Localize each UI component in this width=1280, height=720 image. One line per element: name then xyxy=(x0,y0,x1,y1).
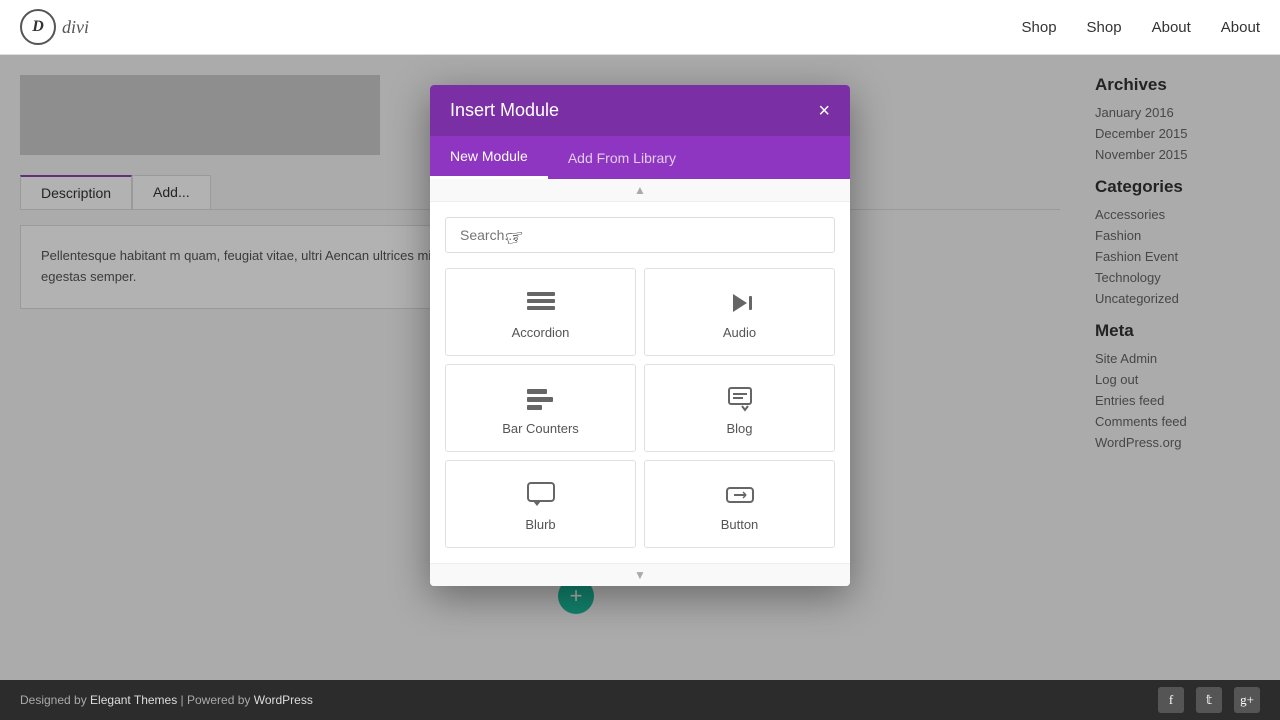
nav-shop-2[interactable]: Shop xyxy=(1087,19,1122,36)
logo-icon: D xyxy=(20,9,56,45)
logo-text: divi xyxy=(62,17,89,38)
bar-counters-icon xyxy=(527,385,555,413)
scroll-up-arrow[interactable]: ▲ xyxy=(634,183,646,197)
blurb-label: Blurb xyxy=(525,517,555,532)
bar-counters-label: Bar Counters xyxy=(502,421,579,436)
modal-body: Accordion Audio xyxy=(430,202,850,563)
module-button[interactable]: Button xyxy=(644,460,835,548)
googleplus-icon[interactable]: g+ xyxy=(1234,687,1260,713)
close-button[interactable]: × xyxy=(818,101,830,121)
footer-social-icons: f 𝕥 g+ xyxy=(1158,687,1260,713)
button-label: Button xyxy=(721,517,759,532)
module-accordion[interactable]: Accordion xyxy=(445,268,636,356)
twitter-icon[interactable]: 𝕥 xyxy=(1196,687,1222,713)
button-icon xyxy=(726,481,754,509)
top-navigation: D divi Shop Shop About About xyxy=(0,0,1280,55)
footer-text: Designed by Elegant Themes | Powered by … xyxy=(20,693,313,707)
logo[interactable]: D divi xyxy=(20,9,89,45)
footer-elegant-themes-link[interactable]: Elegant Themes xyxy=(90,693,177,707)
footer: Designed by Elegant Themes | Powered by … xyxy=(0,680,1280,720)
modal-title: Insert Module xyxy=(450,100,559,121)
blog-label: Blog xyxy=(726,421,752,436)
nav-links: Shop Shop About About xyxy=(1022,19,1261,36)
module-grid: Accordion Audio xyxy=(445,268,835,548)
accordion-label: Accordion xyxy=(512,325,570,340)
module-blog[interactable]: Blog xyxy=(644,364,835,452)
tab-add-from-library[interactable]: Add From Library xyxy=(548,136,696,179)
blurb-icon xyxy=(527,481,555,509)
module-blurb[interactable]: Blurb xyxy=(445,460,636,548)
modal-tabs: New Module Add From Library xyxy=(430,136,850,179)
tab-new-module[interactable]: New Module xyxy=(430,136,548,179)
nav-shop-1[interactable]: Shop xyxy=(1022,19,1057,36)
search-input[interactable] xyxy=(445,217,835,253)
nav-about-1[interactable]: About xyxy=(1152,19,1191,36)
audio-label: Audio xyxy=(723,325,756,340)
scroll-down-arrow[interactable]: ▼ xyxy=(634,568,646,582)
blog-icon xyxy=(727,385,753,413)
audio-icon xyxy=(727,289,753,317)
accordion-icon xyxy=(527,289,555,317)
modal-header: Insert Module × xyxy=(430,85,850,136)
nav-about-2[interactable]: About xyxy=(1221,19,1260,36)
insert-module-modal: Insert Module × New Module Add From Libr… xyxy=(430,85,850,586)
footer-wordpress-link[interactable]: WordPress xyxy=(254,693,313,707)
module-grid-wrapper: Accordion Audio xyxy=(445,268,835,548)
module-bar-counters[interactable]: Bar Counters xyxy=(445,364,636,452)
module-audio[interactable]: Audio xyxy=(644,268,835,356)
facebook-icon[interactable]: f xyxy=(1158,687,1184,713)
